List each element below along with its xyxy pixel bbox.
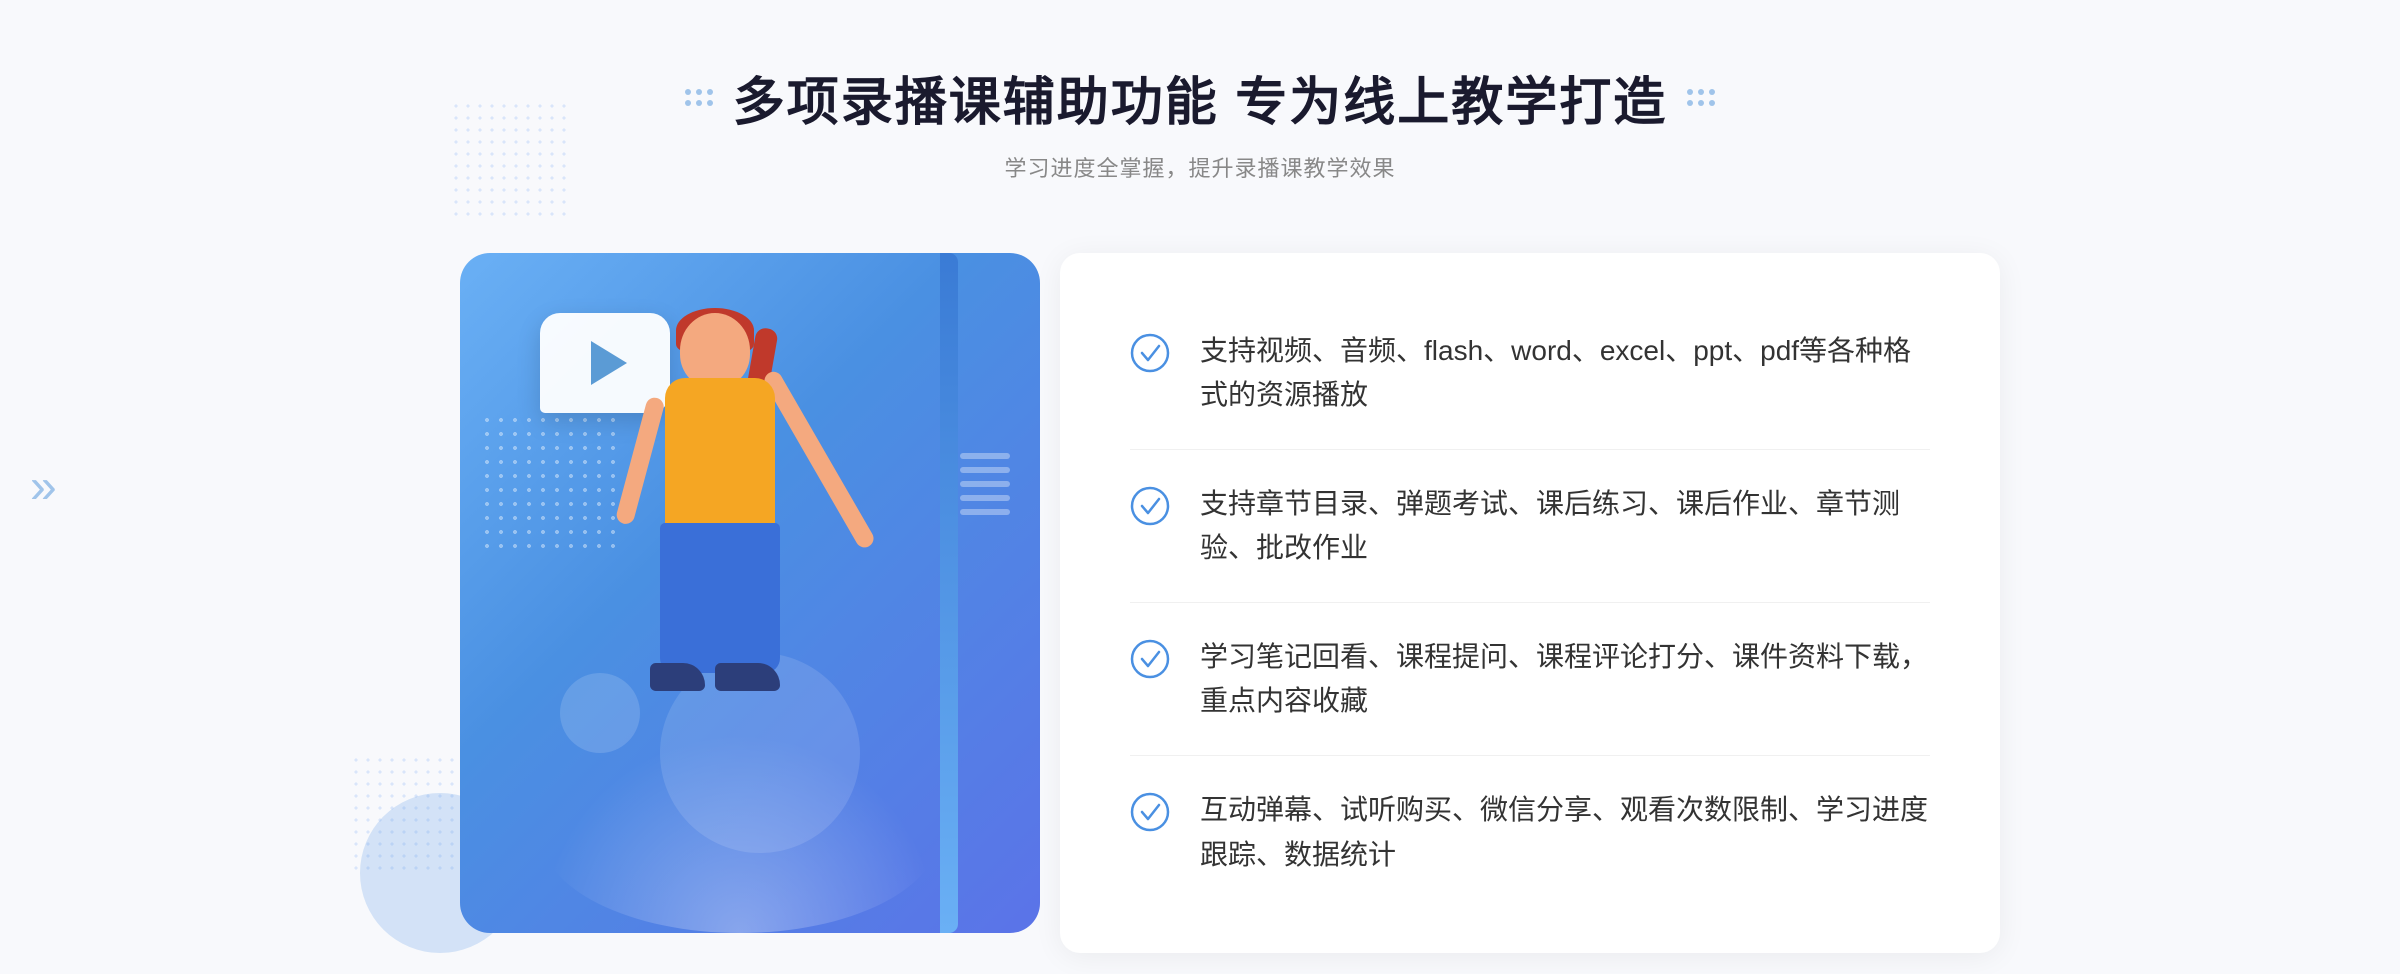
accent-bar — [940, 253, 958, 933]
header-decorators: 多项录播课辅助功能 专为线上教学打造 — [685, 60, 1715, 135]
check-icon-2 — [1130, 486, 1170, 526]
main-content: 支持视频、音频、flash、word、excel、ppt、pdf等各种格式的资源… — [400, 233, 2000, 973]
check-icon-1 — [1130, 333, 1170, 373]
header-section: 多项录播课辅助功能 专为线上教学打造 学习进度全掌握，提升录播课教学效果 — [685, 0, 1715, 183]
features-area: 支持视频、音频、flash、word、excel、ppt、pdf等各种格式的资源… — [1060, 253, 2000, 953]
feature-item-2: 支持章节目录、弹题考试、课后练习、课后作业、章节测验、批改作业 — [1130, 462, 1930, 592]
feature-text-1: 支持视频、音频、flash、word、excel、ppt、pdf等各种格式的资源… — [1200, 329, 1930, 419]
divider-1 — [1130, 449, 1930, 450]
divider-2 — [1130, 602, 1930, 603]
divider-3 — [1130, 755, 1930, 756]
person-figure — [560, 313, 960, 933]
feature-text-3: 学习笔记回看、课程提问、课程评论打分、课件资料下载，重点内容收藏 — [1200, 635, 1930, 725]
person-arm-right — [761, 369, 877, 551]
person-shoe-left — [650, 663, 705, 691]
feature-item-1: 支持视频、音频、flash、word、excel、ppt、pdf等各种格式的资源… — [1130, 309, 1930, 439]
stripes-decoration — [960, 453, 1020, 553]
subtitle: 学习进度全掌握，提升录播课教学效果 — [685, 151, 1715, 183]
feature-item-3: 学习笔记回看、课程提问、课程评论打分、课件资料下载，重点内容收藏 — [1130, 615, 1930, 745]
dots-decoration-top-left — [450, 100, 570, 220]
feature-text-4: 互动弹幕、试听购买、微信分享、观看次数限制、学习进度跟踪、数据统计 — [1200, 788, 1930, 878]
check-icon-3 — [1130, 639, 1170, 679]
main-title: 多项录播课辅助功能 专为线上教学打造 — [733, 60, 1667, 135]
person-arm-left — [615, 396, 666, 526]
person-body — [665, 378, 775, 538]
feature-text-2: 支持章节目录、弹题考试、课后练习、课后作业、章节测验、批改作业 — [1200, 482, 1930, 572]
page-container: » 多项录播课辅助功能 专为线上教学打造 学习进度全掌握，提升录播课教学效果 — [0, 0, 2400, 974]
decorator-dots-right — [1687, 89, 1715, 106]
person-pants — [660, 523, 780, 673]
person-shoe-right — [715, 663, 780, 691]
decorator-dots-left — [685, 89, 713, 106]
person-head — [680, 313, 750, 388]
check-icon-4 — [1130, 792, 1170, 832]
feature-item-4: 互动弹幕、试听购买、微信分享、观看次数限制、学习进度跟踪、数据统计 — [1130, 768, 1930, 898]
left-nav-arrow[interactable]: » — [30, 460, 57, 515]
illustration-area — [400, 233, 1080, 973]
